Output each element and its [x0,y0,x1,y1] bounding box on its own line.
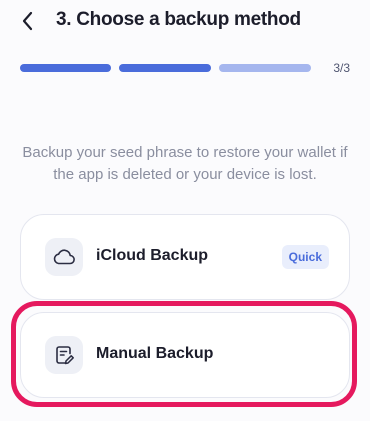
back-button[interactable] [14,6,42,36]
icloud-icon-container [45,238,83,276]
quick-badge: Quick [281,245,329,269]
progress-bar [20,64,312,72]
edit-document-icon [56,346,74,365]
progress-segment-1 [20,64,111,72]
page-title: 3. Choose a backup method [56,9,301,30]
icloud-backup-label: iCloud Backup [96,247,209,264]
manual-backup-label: Manual Backup [96,345,214,362]
cloud-icon [53,249,75,265]
progress-segment-2 [119,64,211,72]
backup-description: Backup your seed phrase to restore your … [22,144,348,183]
chevron-left-icon [22,11,33,31]
icloud-backup-option[interactable]: iCloud Backup Quick [20,214,350,300]
manual-icon-container [45,336,83,374]
header: 3. Choose a backup method [0,0,370,44]
progress-segment-3 [219,64,311,72]
step-counter: 3/3 [333,61,350,75]
manual-backup-option[interactable]: Manual Backup [20,312,350,398]
